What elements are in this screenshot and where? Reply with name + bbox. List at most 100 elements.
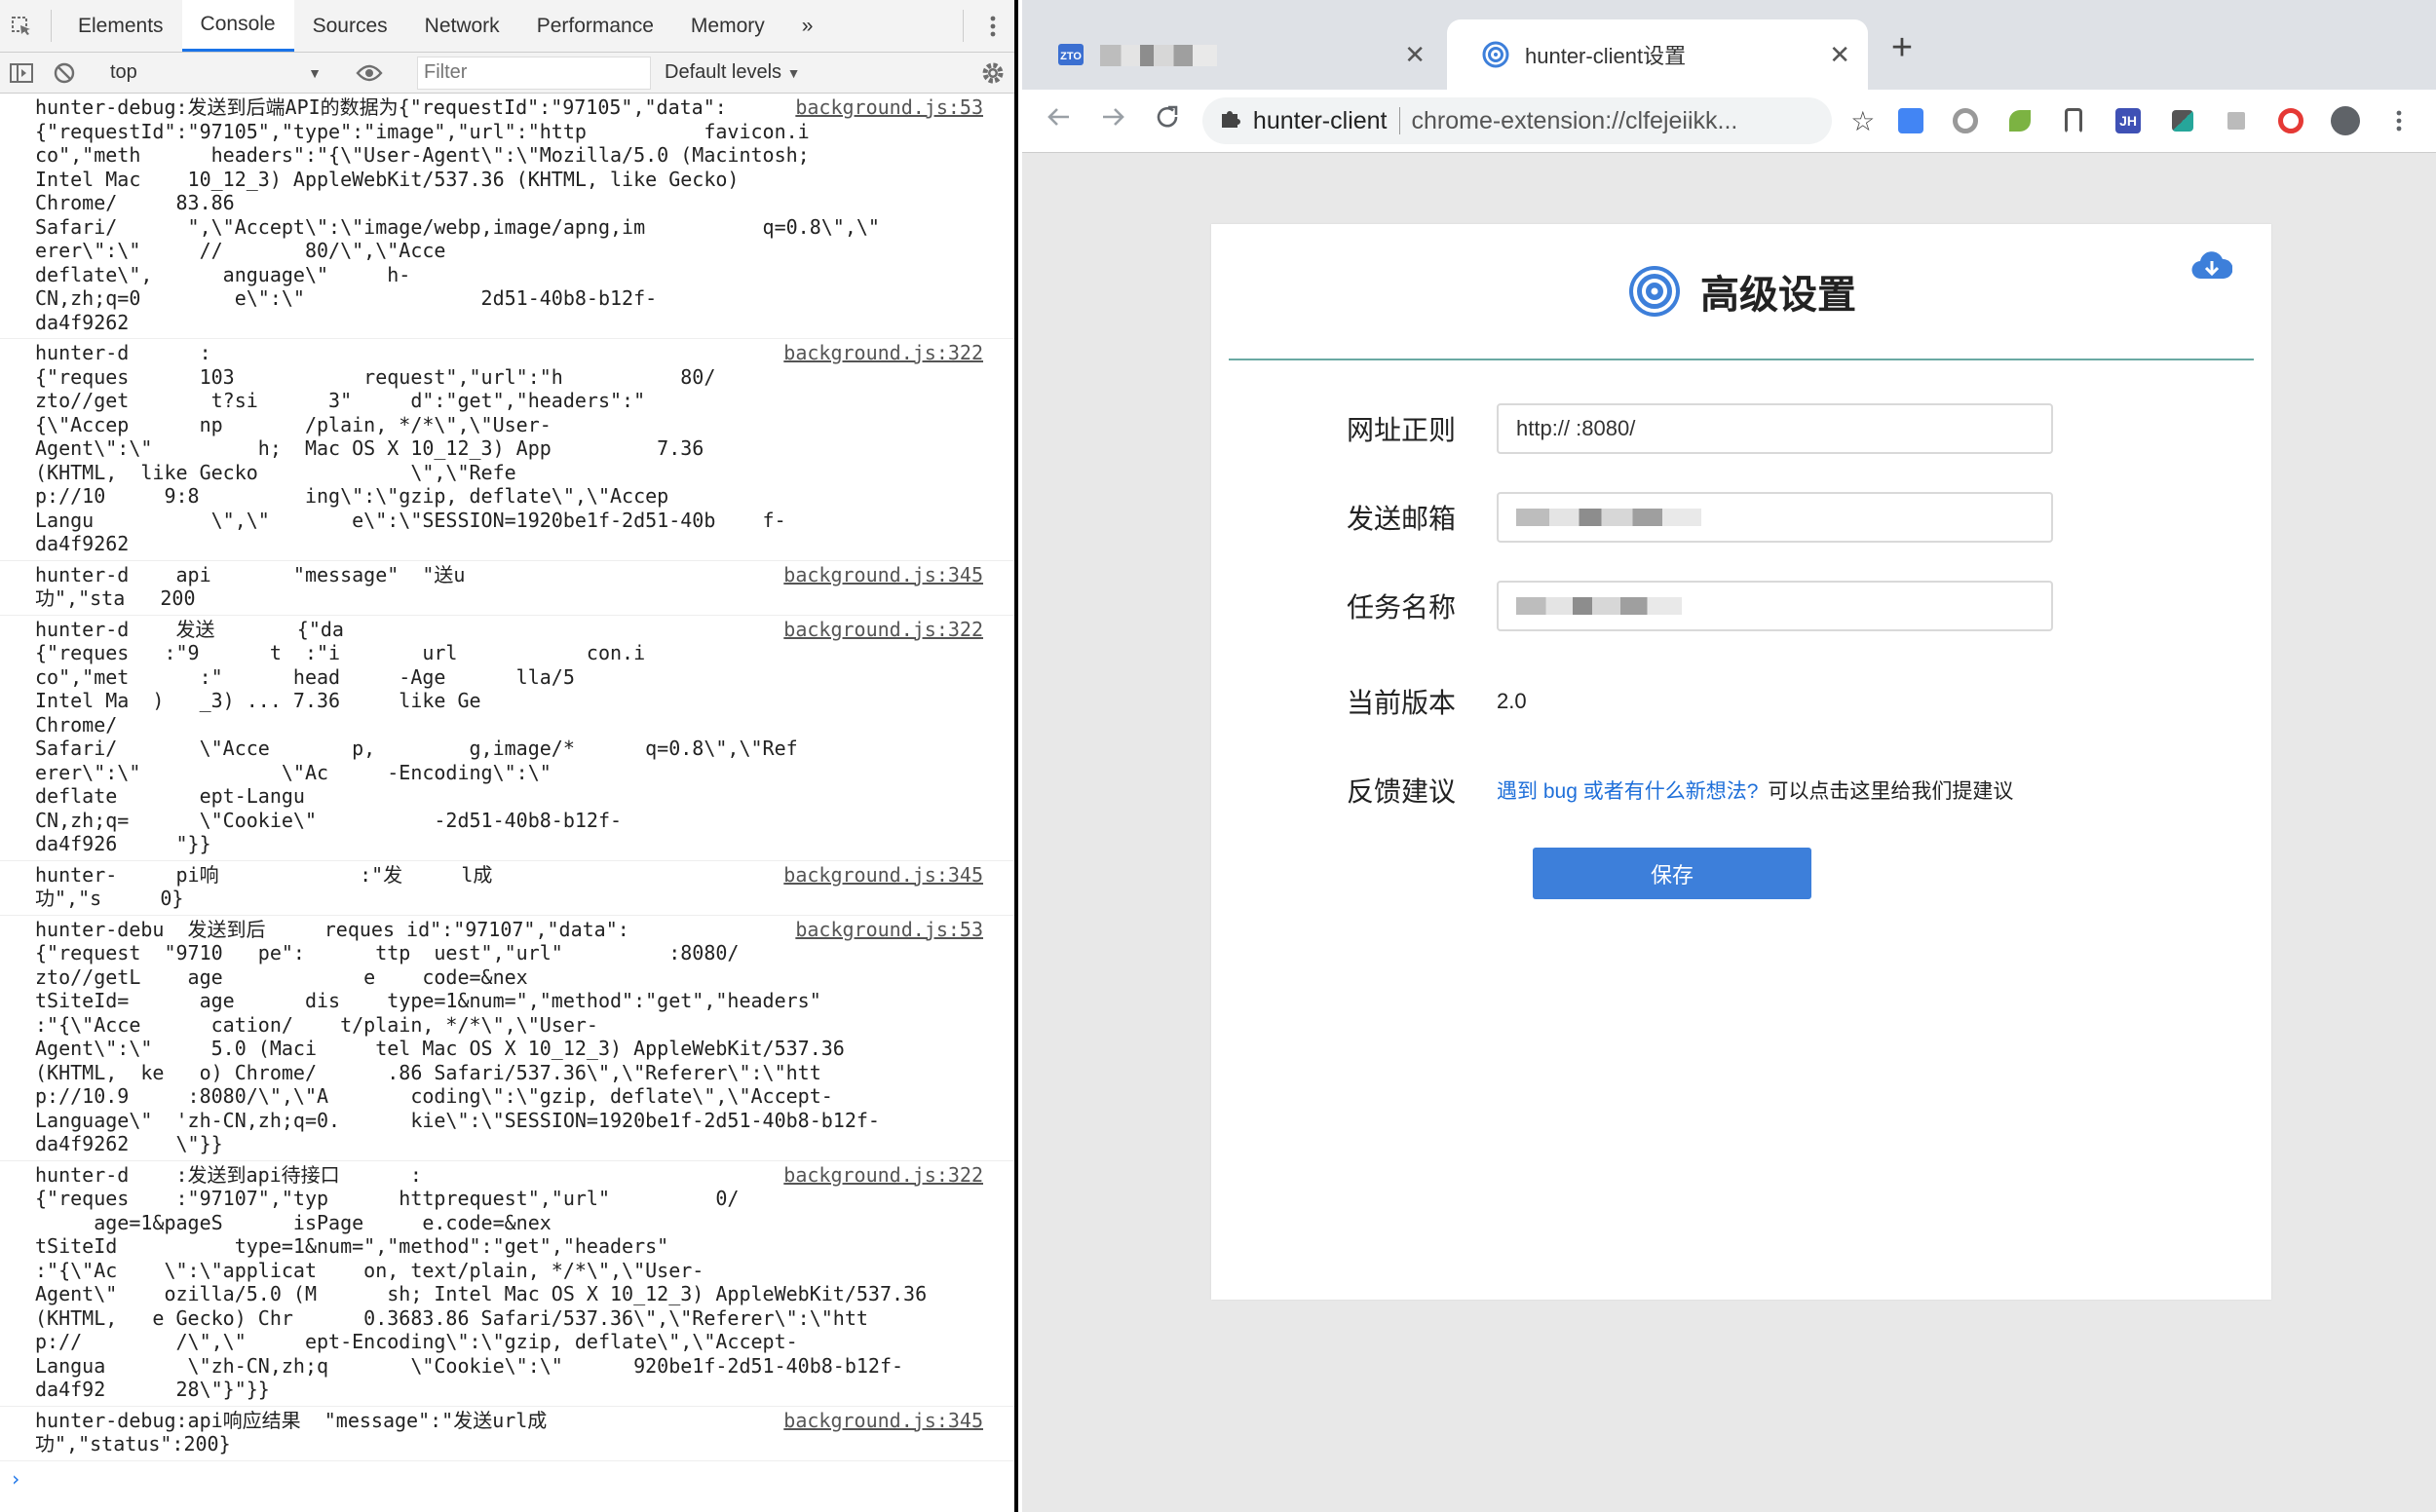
log-line: (KHTML, ke o) Chrome/ .86 Safari/537.36\…	[35, 1060, 821, 1084]
eye-icon[interactable]	[348, 63, 391, 83]
address-bar[interactable]: hunter-client chrome-extension://clfejei…	[1201, 97, 1832, 144]
tab-elements[interactable]: Elements	[59, 0, 182, 52]
inspect-element-icon[interactable]	[0, 0, 43, 52]
dropdown-arrow-icon: ▼	[308, 64, 322, 81]
log-line: Agent\":\" h; Mac OS X 10_12_3) App 7.36	[35, 436, 704, 460]
feedback-text: 可以点击这里给我们提建议	[1768, 780, 2014, 803]
kebab-menu-icon[interactable]	[971, 0, 1014, 52]
cloud-download-icon[interactable]	[2191, 249, 2233, 285]
field-label: 反馈建议	[1346, 776, 1456, 807]
log-line: da4f9262 \"}}	[35, 1132, 223, 1155]
console-log-entry: hunter-d 发送 {"da {"reques :"9 t :"i url c…	[0, 616, 1014, 861]
bookmark-extension-icon[interactable]	[2047, 108, 2102, 133]
svg-text:ZTO: ZTO	[1060, 51, 1082, 62]
field-label: 网址正则	[1346, 415, 1456, 445]
form-row-version: 当前版本 2.0	[1211, 682, 2271, 721]
log-source-link[interactable]: background.js:322	[774, 341, 983, 365]
console-prompt[interactable]: ›	[0, 1461, 1014, 1497]
log-source-link[interactable]: background.js:345	[774, 1408, 983, 1432]
log-line: {"request "9710 pe": ttp uest","url" :80…	[35, 941, 740, 964]
log-source-link[interactable]: background.js:53	[785, 917, 983, 941]
log-source-link[interactable]: background.js:53	[785, 95, 983, 120]
tab-console[interactable]: Console	[181, 0, 294, 52]
form-row-email: 发送邮箱	[1211, 492, 2271, 543]
new-tab-button[interactable]: +	[1878, 27, 1926, 69]
log-line: deflate\", anguage\" h-	[35, 262, 411, 286]
log-line: zto//getL age e code=&nex	[35, 964, 528, 989]
eyedropper-extension-icon[interactable]	[2155, 110, 2210, 132]
reload-icon[interactable]	[1140, 103, 1195, 138]
log-levels-dropdown[interactable]: Default levels ▼	[661, 61, 826, 84]
log-line: co","meth headers":"{\"User-Agent\":\"Mo…	[35, 143, 810, 167]
log-line: Chrome/ 83.86	[35, 191, 235, 214]
log-line: {"reques 103 request","url":"h 80/	[35, 364, 716, 389]
back-arrow-icon[interactable]	[1032, 103, 1086, 138]
tab-title-redacted	[1100, 42, 1404, 67]
browser-menu-icon[interactable]	[2372, 109, 2426, 132]
log-line: p://10 9:8 ing\":\"gzip, deflate\",\"Acc…	[35, 484, 669, 508]
log-line: tSiteId type=1&num=","method":"get","hea…	[35, 1234, 669, 1258]
log-line: (KHTML, e Gecko) Chr 0.3683.86 Safari/53…	[35, 1305, 868, 1330]
tab-memory[interactable]: Memory	[672, 0, 783, 52]
log-line: co","met :" head -Age lla/5	[35, 664, 575, 689]
log-line: Chrome/	[35, 712, 118, 737]
log-source-link[interactable]: background.js:322	[774, 617, 983, 641]
tab-performance[interactable]: Performance	[518, 0, 672, 52]
email-input[interactable]	[1497, 492, 2053, 543]
log-line: CN,zh;q=0 e\":\" 2d51-40b8-b12f-	[35, 286, 658, 310]
task-name-input[interactable]	[1497, 581, 2053, 631]
log-line: (KHTML, like Gecko \",\"Refe	[35, 460, 516, 484]
field-label: 任务名称	[1346, 592, 1456, 623]
log-line: da4f9262	[35, 532, 130, 555]
jh-extension-icon[interactable]: JH	[2101, 108, 2155, 133]
log-source-link[interactable]: background.js:345	[774, 562, 983, 586]
save-button[interactable]: 保存	[1533, 848, 1811, 899]
console-log-entry: hunter-debug:api响应结果 "message":"发送url成 功"…	[0, 1407, 1014, 1461]
tab-network[interactable]: Network	[406, 0, 518, 52]
close-tab-icon[interactable]: ✕	[1829, 40, 1850, 70]
log-line: tSiteId= age dis type=1&num=","method":"…	[35, 989, 821, 1012]
feedback-link[interactable]: 遇到 bug 或者有什么新想法?	[1497, 775, 1758, 805]
context-selector[interactable]: top ▼	[102, 61, 331, 84]
log-line: p://10.9 :8080/\",\"A coding\":\"gzip, d…	[35, 1084, 833, 1108]
tab-strip: ZTO ✕ hunter-client设置 ✕ +	[1022, 0, 2436, 90]
clear-console-icon[interactable]	[43, 62, 86, 84]
zto-favicon-icon: ZTO	[1058, 44, 1084, 65]
settings-gear-icon[interactable]	[971, 60, 1014, 86]
log-source-link[interactable]: background.js:345	[774, 862, 983, 887]
toolbar-divider	[51, 10, 52, 42]
url-regex-input[interactable]: http:// :8080/	[1497, 403, 2053, 454]
tab-sources[interactable]: Sources	[294, 0, 406, 52]
log-line: Intel Mac 10_12_3) AppleWebKit/537.36 (K…	[35, 167, 740, 191]
log-line: da4f92 28\"}"}}	[35, 1378, 270, 1401]
log-line: Safari/ ",\"Accept\":\"image/webp,image/…	[35, 214, 880, 239]
log-line: Agent\":\" 5.0 (Maci tel Mac OS X 10_12_…	[35, 1037, 845, 1060]
log-line: Langu \",\" e\":\"SESSION=1920be1f-2d51-…	[35, 508, 786, 532]
log-line: Language\" 'zh-CN,zh;q=0. kie\":\"SESSIO…	[35, 1108, 880, 1132]
account-avatar-icon[interactable]	[2318, 106, 2373, 135]
redacted-value	[1516, 509, 1701, 526]
toolbar-divider	[963, 10, 964, 42]
more-tabs-button[interactable]: »	[783, 0, 832, 52]
tab-title: hunter-client设置	[1525, 44, 1687, 68]
log-line: :"{\"Ac \":\"applicat on, text/plain, */…	[35, 1258, 704, 1282]
log-line: age=1&pageS isPage e.code=&nex	[35, 1210, 552, 1234]
translate-extension-icon[interactable]	[1884, 108, 1939, 133]
log-line: p:// /\",\" ept-Encoding\":\"gzip, defla…	[35, 1330, 798, 1353]
close-tab-icon[interactable]: ✕	[1404, 40, 1426, 70]
bookmark-star-icon[interactable]: ☆	[1842, 105, 1884, 137]
forward-arrow-icon[interactable]	[1086, 103, 1141, 138]
browser-tab-inactive[interactable]: ZTO ✕	[1022, 19, 1443, 90]
filter-input[interactable]	[417, 56, 651, 90]
target-extension-icon[interactable]	[2264, 108, 2318, 133]
tree-extension-icon[interactable]	[2209, 112, 2264, 130]
console-toolbar: top ▼ Default levels ▼	[0, 53, 1014, 94]
browser-tab-active[interactable]: hunter-client设置 ✕	[1447, 19, 1868, 90]
log-source-link[interactable]: background.js:322	[774, 1162, 983, 1187]
browser-window: ZTO ✕ hunter-client设置 ✕ + hunter-client …	[1022, 0, 2436, 1512]
circle-extension-icon[interactable]	[1938, 108, 1993, 133]
sidebar-toggle-icon[interactable]	[0, 62, 43, 83]
leaf-extension-icon[interactable]	[1993, 110, 2047, 132]
form-row-feedback: 反馈建议 遇到 bug 或者有什么新想法? 可以点击这里给我们提建议	[1211, 771, 2271, 810]
card-header: 高级设置	[1211, 224, 2271, 359]
